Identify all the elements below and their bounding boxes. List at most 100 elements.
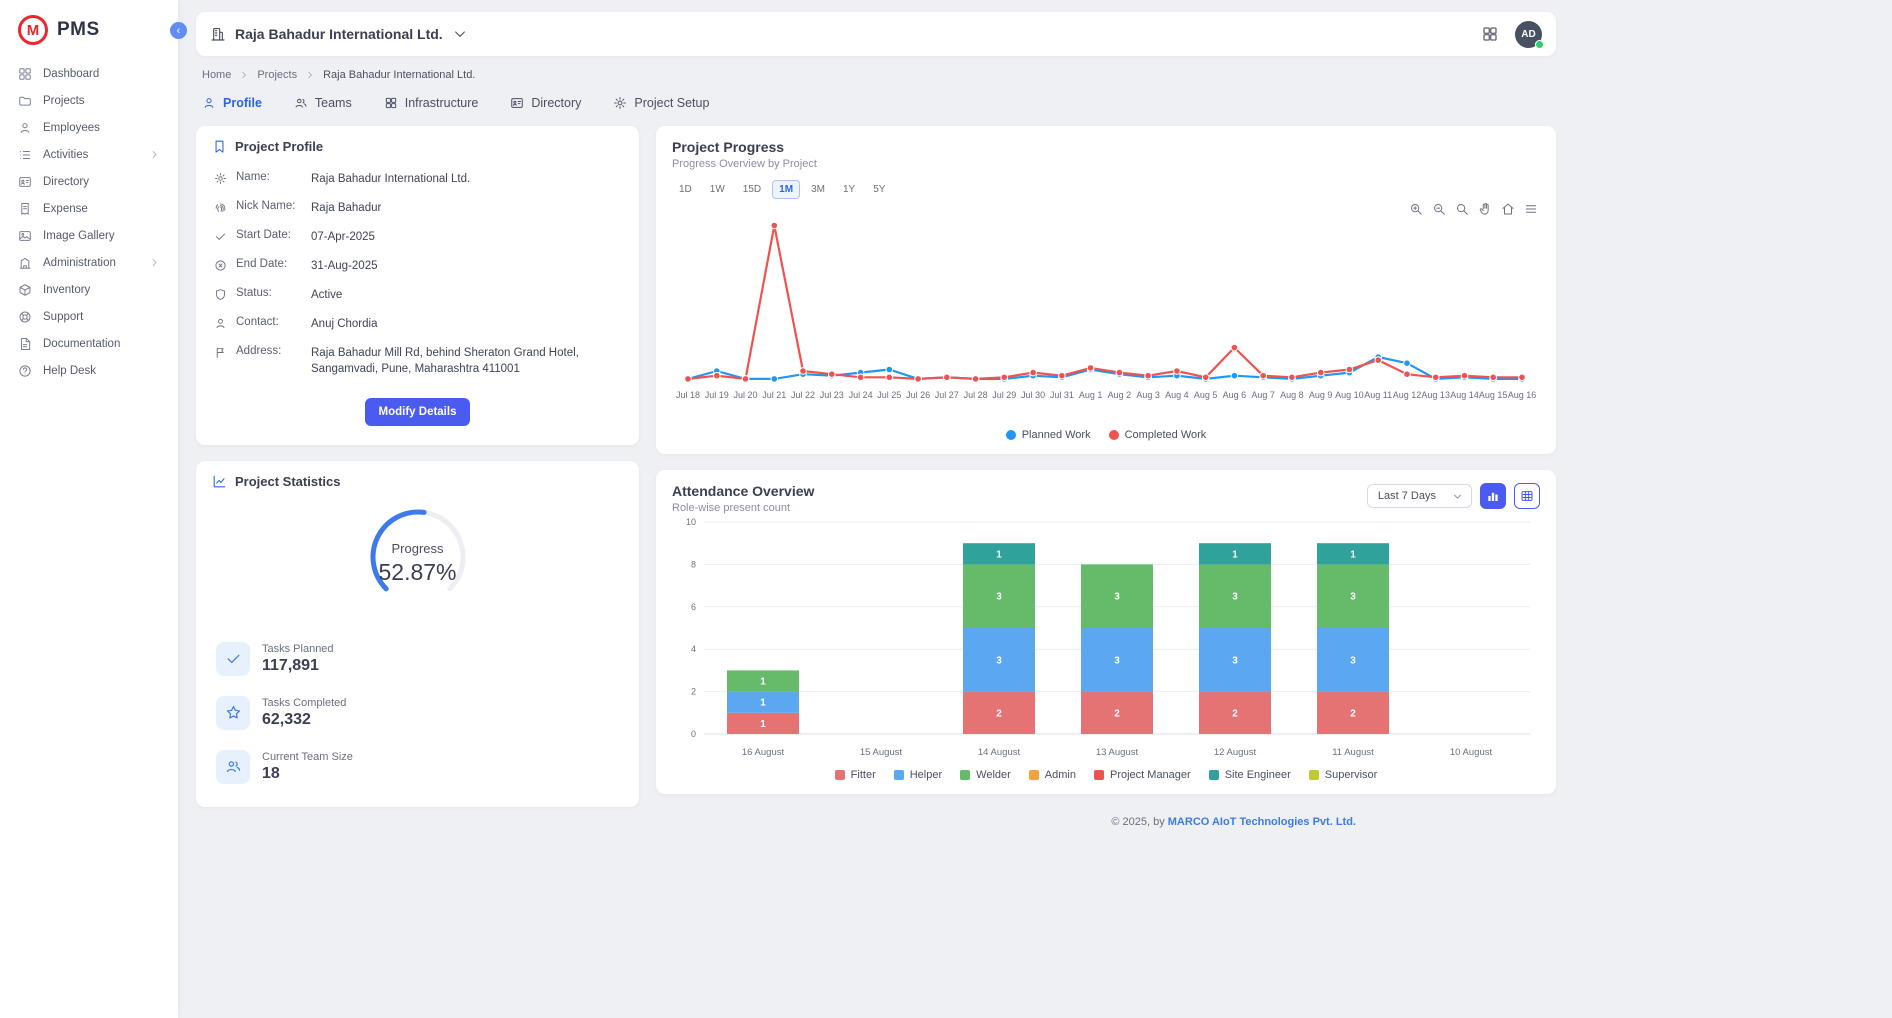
company-link[interactable]: MARCO AIoT Technologies Pvt. Ltd. [1168, 816, 1356, 828]
sidebar-item-dashboard[interactable]: Dashboard [0, 60, 178, 87]
range-button-1y[interactable]: 1Y [836, 180, 862, 199]
svg-text:Jul 26: Jul 26 [906, 390, 930, 400]
range-button-3m[interactable]: 3M [804, 180, 832, 199]
range-button-5y[interactable]: 5Y [866, 180, 892, 199]
profile-icon [202, 96, 216, 110]
legend-item-fitter[interactable]: Fitter [835, 769, 876, 781]
chevron-right-icon [305, 70, 315, 80]
legend-item-completed-work[interactable]: Completed Work [1109, 429, 1207, 441]
legend-marker [1094, 770, 1104, 780]
support-icon [18, 310, 32, 324]
apps-grid-icon[interactable] [1481, 25, 1499, 43]
legend-item-supervisor[interactable]: Supervisor [1309, 769, 1378, 781]
sidebar-item-support[interactable]: Support [0, 303, 178, 330]
sidebar-item-documentation[interactable]: Documentation [0, 330, 178, 357]
svg-text:1: 1 [760, 698, 766, 709]
legend-item-project-manager[interactable]: Project Manager [1094, 769, 1191, 781]
gear-icon [613, 96, 627, 110]
svg-text:2: 2 [1350, 708, 1356, 719]
sidebar-item-inventory[interactable]: Inventory [0, 276, 178, 303]
zoom-out-icon[interactable] [1432, 202, 1446, 216]
projects-icon [18, 94, 32, 108]
avatar[interactable]: AD [1515, 21, 1542, 48]
stat-value: 62,332 [262, 711, 346, 729]
tab-project-setup[interactable]: Project Setup [613, 96, 709, 110]
svg-text:3: 3 [1114, 655, 1120, 666]
date-range-select[interactable]: Last 7 Days [1367, 484, 1472, 508]
pan-icon[interactable] [1478, 202, 1492, 216]
sidebar-item-expense[interactable]: Expense [0, 195, 178, 222]
breadcrumb-item-raja-bahadur-international-ltd[interactable]: Raja Bahadur International Ltd. [323, 69, 475, 81]
star-icon [225, 704, 242, 721]
chart-toolbar [1409, 202, 1538, 216]
shield-icon [214, 288, 227, 301]
home-icon[interactable] [1501, 202, 1515, 216]
infrastructure-icon [384, 96, 398, 110]
range-button-1d[interactable]: 1D [672, 180, 699, 199]
svg-text:Aug 9: Aug 9 [1309, 390, 1333, 400]
sidebar-item-help-desk[interactable]: Help Desk [0, 357, 178, 384]
tab-infrastructure[interactable]: Infrastructure [384, 96, 479, 110]
svg-text:13 August: 13 August [1096, 747, 1139, 758]
check-icon [214, 230, 227, 243]
profile-field-end-date: End Date:31-Aug-2025 [212, 251, 623, 280]
view-toggle-table[interactable] [1514, 483, 1540, 509]
legend-item-planned-work[interactable]: Planned Work [1006, 429, 1091, 441]
stat-value: 18 [262, 765, 353, 783]
svg-text:2: 2 [691, 687, 696, 697]
sidebar-item-label: Inventory [43, 284, 90, 296]
svg-text:15 August: 15 August [860, 747, 903, 758]
sidebar-item-employees[interactable]: Employees [0, 114, 178, 141]
sidebar-item-image-gallery[interactable]: Image Gallery [0, 222, 178, 249]
menu-icon[interactable] [1524, 202, 1538, 216]
progress-chart-legend: Planned Work Completed Work [672, 429, 1540, 441]
chevron-down-icon [1452, 491, 1463, 502]
sidebar-collapse-button[interactable]: ‹ [170, 22, 187, 39]
tab-directory[interactable]: Directory [510, 96, 581, 110]
tab-teams[interactable]: Teams [294, 96, 352, 110]
sidebar-item-directory[interactable]: Directory [0, 168, 178, 195]
range-button-1w[interactable]: 1W [703, 180, 732, 199]
svg-text:3: 3 [1350, 655, 1356, 666]
range-button-15d[interactable]: 15D [736, 180, 768, 199]
modify-details-button[interactable]: Modify Details [365, 398, 471, 426]
svg-text:Aug 7: Aug 7 [1251, 390, 1275, 400]
field-value: Raja Bahadur International Ltd. [311, 171, 470, 187]
directory-icon [510, 96, 524, 110]
progress-line-chart[interactable]: Jul 18Jul 19Jul 20Jul 21Jul 22Jul 23Jul … [672, 199, 1538, 424]
circle-x-icon [214, 259, 227, 272]
attendance-bar-chart[interactable]: 024681016 August11115 August14 August233… [672, 514, 1538, 764]
project-progress-card: Project Progress Progress Overview by Pr… [656, 126, 1556, 454]
svg-text:Aug 16: Aug 16 [1508, 390, 1537, 400]
breadcrumb-item-home[interactable]: Home [202, 69, 231, 81]
legend-item-admin[interactable]: Admin [1029, 769, 1076, 781]
selection-zoom-icon[interactable] [1455, 202, 1469, 216]
stat-current-team-size: Current Team Size18 [212, 740, 623, 794]
view-toggle-bar-chart[interactable] [1480, 483, 1506, 509]
profile-card-title: Project Profile [235, 139, 323, 154]
legend-item-helper[interactable]: Helper [894, 769, 942, 781]
legend-item-site-engineer[interactable]: Site Engineer [1209, 769, 1291, 781]
chart-line-icon [212, 474, 227, 489]
profile-fields: Name:Raja Bahadur International Ltd.Nick… [212, 164, 623, 384]
svg-text:Aug 15: Aug 15 [1479, 390, 1508, 400]
svg-text:Jul 23: Jul 23 [820, 390, 844, 400]
legend-item-welder[interactable]: Welder [960, 769, 1011, 781]
company-selector[interactable]: Raja Bahadur International Ltd. [210, 26, 468, 42]
gauge-label: Progress [358, 541, 478, 556]
legend-label: Fitter [851, 769, 876, 781]
statistics-list: Tasks Planned117,891Tasks Completed62,33… [212, 632, 623, 794]
breadcrumb-item-projects[interactable]: Projects [257, 69, 297, 81]
range-button-1m[interactable]: 1M [772, 180, 800, 199]
tab-profile[interactable]: Profile [202, 96, 262, 110]
project-statistics-card: Project Statistics Progress 52.87% Tasks… [196, 461, 639, 807]
range-selector: 1D1W15D1M3M1Y5Y [672, 180, 1540, 199]
svg-text:10 August: 10 August [1450, 747, 1493, 758]
sidebar-item-label: Directory [43, 176, 89, 188]
tab-label: Teams [315, 96, 352, 110]
sidebar-item-activities[interactable]: Activities [0, 141, 178, 168]
sidebar-item-projects[interactable]: Projects [0, 87, 178, 114]
zoom-in-icon[interactable] [1409, 202, 1423, 216]
app-logo[interactable]: M PMS [0, 13, 178, 60]
sidebar-item-administration[interactable]: Administration [0, 249, 178, 276]
